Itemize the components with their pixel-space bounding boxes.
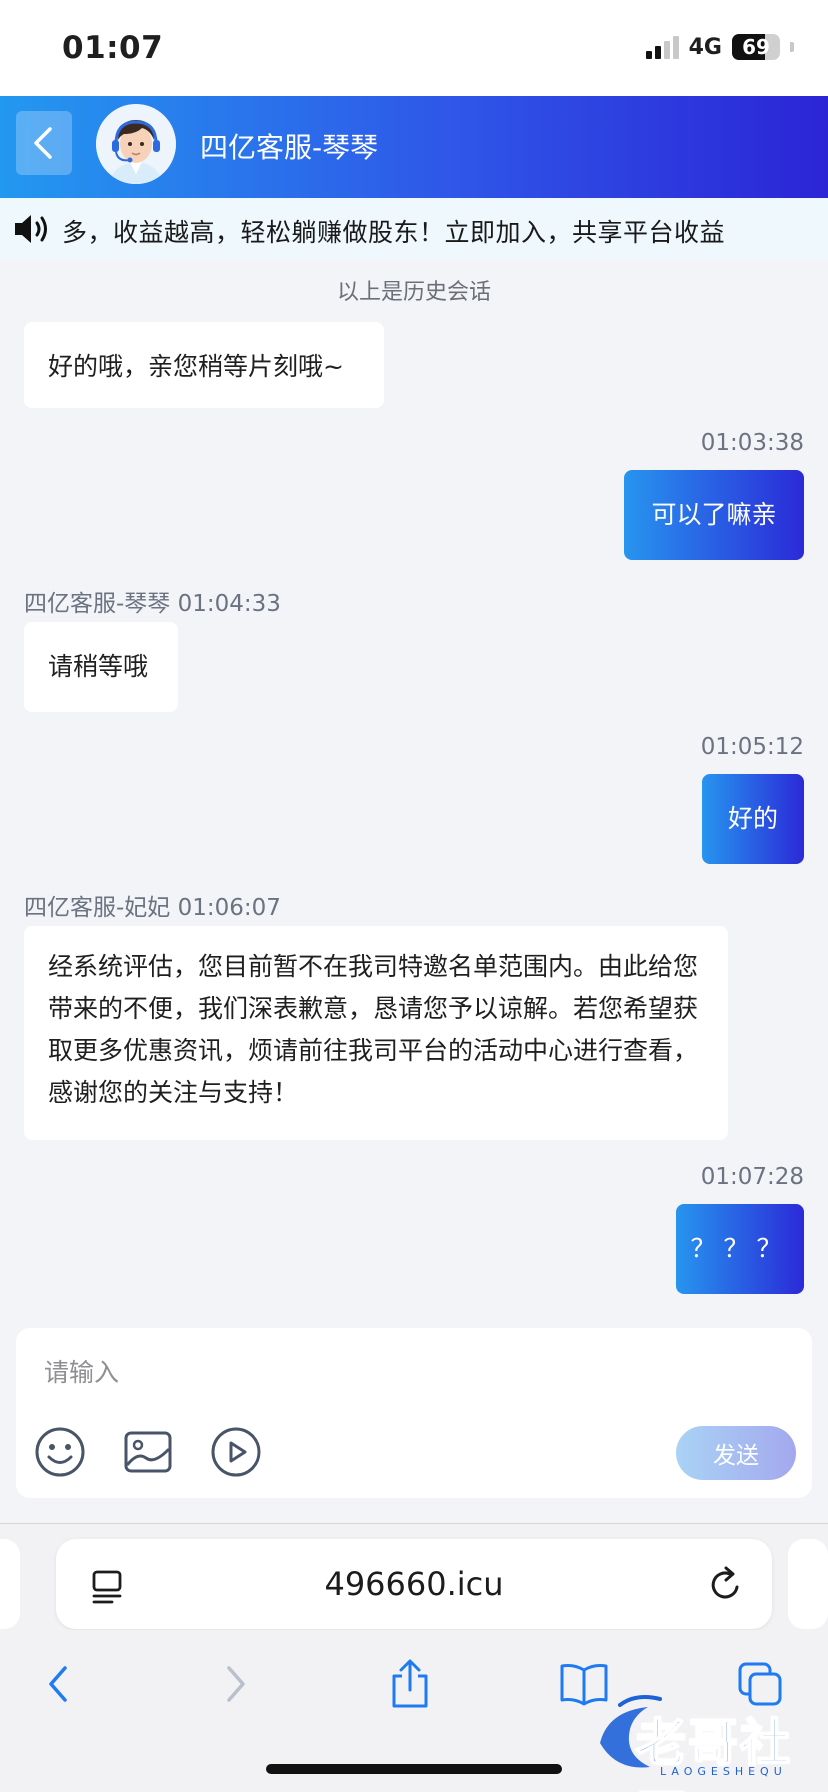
url-field[interactable]: 496660.icu [56, 1539, 772, 1629]
status-time: 01:07 [62, 30, 164, 66]
message-bubble: 请稍等哦 [24, 622, 178, 712]
composer: 发送 [0, 1312, 828, 1523]
browser-forward-button[interactable] [208, 1656, 264, 1712]
watermark-logo: 老哥社区 LAOGESHEQU [590, 1685, 820, 1792]
composer-card: 发送 [16, 1328, 812, 1498]
message-sender-meta: 四亿客服-琴琴 01:04:33 [24, 591, 281, 617]
notice-marquee: 多，收益越高，轻松躺赚做股东！立即加入，共享平台收益 [0, 198, 828, 260]
watermark-subtext: LAOGESHEQU [660, 1765, 787, 1778]
send-button[interactable]: 发送 [676, 1426, 796, 1480]
chevron-left-icon [34, 127, 52, 159]
image-icon [124, 1431, 172, 1473]
cellular-signal-icon [645, 35, 679, 59]
url-text: 496660.icu [324, 1565, 504, 1603]
reload-icon[interactable] [708, 1565, 744, 1603]
speaker-icon [15, 215, 47, 243]
message-bubble: ？？？ [676, 1204, 804, 1294]
message-input[interactable] [44, 1348, 784, 1396]
chat-header: 四亿客服-琴琴 [0, 96, 828, 198]
emoji-icon [35, 1427, 85, 1477]
image-button[interactable] [122, 1426, 174, 1478]
message-sender-meta: 四亿客服-妃妃 01:06:07 [24, 895, 281, 921]
browser-toolbar: 老哥社区 LAOGESHEQU [0, 1630, 828, 1792]
notice-text: 多，收益越高，轻松躺赚做股东！立即加入，共享平台收益 [62, 218, 726, 247]
next-tab-peek[interactable] [788, 1539, 828, 1629]
status-indicators: 4G 69 [645, 34, 794, 60]
play-circle-icon [211, 1427, 261, 1477]
history-label: 以上是历史会话 [336, 280, 491, 305]
emoji-button[interactable] [34, 1426, 86, 1478]
chevron-left-icon [49, 1666, 67, 1702]
browser-back-button[interactable] [30, 1656, 86, 1712]
back-button[interactable] [16, 111, 72, 175]
message-bubble: 好的哦，亲您稍等片刻哦~ [24, 322, 384, 408]
message-bubble: 好的 [702, 774, 804, 864]
chat-messages: 以上是历史会话 好的哦，亲您稍等片刻哦~ 01:03:38 可以了嘛亲 四亿客服… [0, 260, 828, 1312]
message-timestamp: 01:07:28 [700, 1164, 804, 1190]
browser-address-bar: 496660.icu [0, 1523, 828, 1630]
battery-icon: 69 [732, 34, 780, 60]
chevron-right-icon [227, 1666, 245, 1702]
message-timestamp: 01:05:12 [700, 734, 804, 760]
agent-avatar [96, 104, 176, 184]
battery-percent: 69 [742, 35, 770, 59]
message-bubble: 经系统评估，您目前暂不在我司特邀名单范围内。由此给您带来的不便，我们深表歉意，恳… [24, 926, 728, 1140]
message-bubble: 可以了嘛亲 [624, 470, 804, 560]
watermark-text: 老哥社区 [635, 1713, 792, 1792]
home-indicator [266, 1764, 562, 1774]
network-type: 4G [688, 34, 722, 60]
share-icon [392, 1659, 428, 1708]
video-button[interactable] [210, 1426, 262, 1478]
previous-tab-peek[interactable] [0, 1539, 20, 1629]
message-timestamp: 01:03:38 [700, 430, 804, 456]
agent-name: 四亿客服-琴琴 [200, 131, 379, 164]
battery-tip [790, 42, 794, 52]
share-button[interactable] [382, 1656, 438, 1712]
status-bar: 01:07 4G 69 [0, 0, 828, 96]
